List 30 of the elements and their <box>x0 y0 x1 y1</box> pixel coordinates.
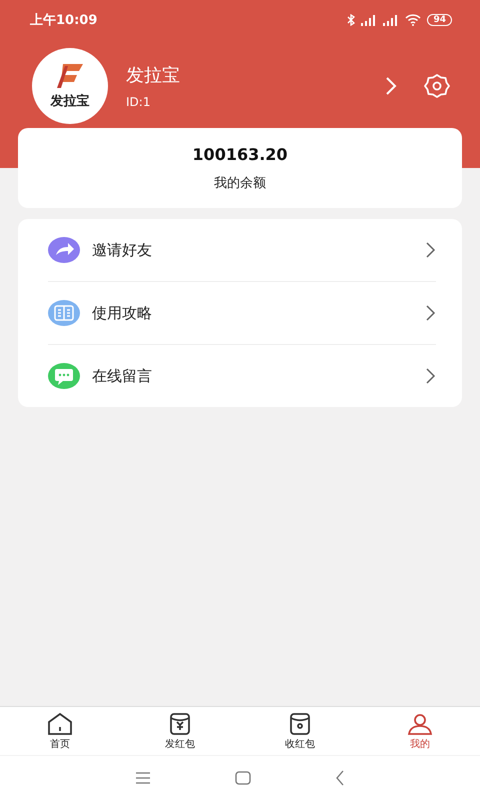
bluetooth-icon <box>347 14 356 26</box>
menu-item[interactable]: 邀请好友 <box>48 219 436 282</box>
tab-item[interactable]: 首页 <box>0 707 120 755</box>
wifi-icon <box>405 14 422 26</box>
chevron-right-icon <box>426 368 436 384</box>
status-time: 上午10:09 <box>30 12 98 29</box>
signal-icon <box>361 14 378 26</box>
tab-item[interactable]: 我的 <box>360 707 480 755</box>
chevron-right-icon <box>426 242 436 258</box>
settings-icon[interactable] <box>424 73 450 99</box>
balance-label: 我的余额 <box>214 174 266 192</box>
menu-icon[interactable] <box>135 772 151 784</box>
person-icon <box>407 712 433 736</box>
menu-item[interactable]: 在线留言 <box>48 345 436 407</box>
home-button-icon[interactable] <box>235 771 251 785</box>
chevron-right-icon[interactable] <box>384 76 398 96</box>
signal-icon <box>383 14 400 26</box>
envelope-icon <box>287 712 313 736</box>
user-name: 发拉宝 <box>126 64 181 87</box>
balance-amount: 100163.20 <box>192 144 288 164</box>
chevron-right-icon <box>426 305 436 321</box>
envelope-icon <box>167 712 193 736</box>
battery-indicator: 94 <box>427 14 452 26</box>
tab-item[interactable]: 收红包 <box>240 707 360 755</box>
app-logo: 发拉宝 <box>32 48 108 124</box>
user-id: ID:1 <box>126 95 152 109</box>
home-icon <box>47 712 73 736</box>
menu-item[interactable]: 使用攻略 <box>48 282 436 345</box>
tab-item[interactable]: 发红包 <box>120 707 240 755</box>
back-icon[interactable] <box>335 770 345 786</box>
